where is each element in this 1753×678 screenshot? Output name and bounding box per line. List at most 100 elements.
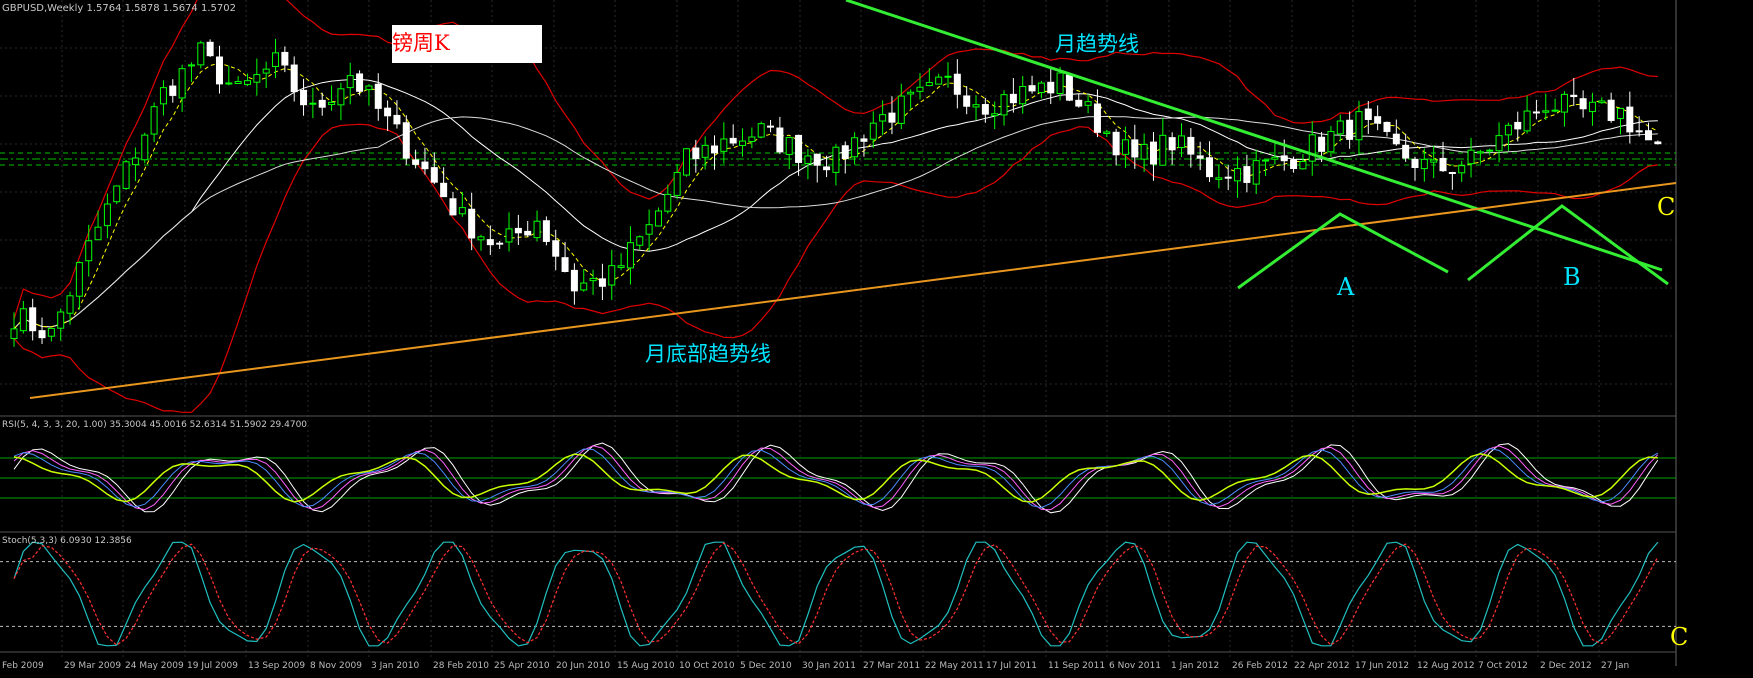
candle-body [197,42,205,66]
candle-body [925,82,933,87]
candle-body [598,278,606,287]
candle-body [1056,72,1064,94]
candle-body [795,134,803,163]
candle-body [1178,135,1185,148]
candle-body [234,81,242,84]
candle-body [412,159,420,165]
candle-body [869,122,877,140]
candle-body [701,144,709,158]
candle-body [1028,85,1036,92]
candle-body [430,167,438,183]
candle-body [1037,82,1045,94]
candle-body [1149,141,1157,165]
candle-body [169,85,177,96]
candle-body [1551,109,1559,112]
candle-body [1402,144,1410,159]
chart-background [0,0,1753,678]
candle-body [253,74,261,83]
candle-body [608,265,616,286]
candle-body [458,207,466,215]
candle-body [1243,166,1251,183]
price-chart: Feb 2009 29 Mar 2009 24 May 2009 19 Jul 200… [0,0,1753,678]
candle-body [860,138,868,142]
candle-body [384,107,392,117]
candle-body [122,161,130,189]
candle-body [141,134,149,161]
candle-body [626,242,634,269]
candle-body [1439,157,1447,172]
candle-body [1598,100,1606,104]
x-tick-label: 22 Apr 2012 [1294,661,1350,671]
candle-body [1318,136,1326,152]
candle-body [785,137,793,155]
x-tick-label: 26 Feb 2012 [1232,661,1288,671]
candle-body [1645,130,1652,141]
x-tick-label: 6 Nov 2011 [1109,661,1161,671]
candle-body [851,137,859,158]
candle-body [402,122,410,159]
candle-body [1093,103,1101,133]
pattern-label-b: B [1563,263,1581,291]
candle-body [113,185,121,203]
candle-body [1635,130,1643,133]
candle-body [841,145,849,160]
candle-body [1168,137,1176,151]
candle-body [1364,108,1372,120]
candle-body [1411,158,1419,168]
candle-body [944,75,952,78]
x-tick-label: 15 Aug 2010 [617,661,675,671]
candle-body [1224,176,1232,179]
candle-body [1271,156,1279,160]
candle-body [477,236,485,241]
candle-body [1607,99,1615,121]
candle-body [1262,159,1270,162]
candle-body [1075,99,1083,107]
candle-body [813,153,821,166]
x-tick-label: 11 Sep 2011 [1048,661,1105,671]
candle-body [589,277,597,282]
candle-body [654,210,662,227]
x-tick-label: 10 Oct 2010 [679,661,735,671]
candle-body [1206,157,1214,178]
candle-body [580,282,588,291]
candle-body [1383,121,1391,132]
candle-body [617,265,625,268]
candle-body [1280,155,1288,162]
month-trendline-label: 月趋势线 [1055,32,1139,56]
x-tick-label: 30 Jan 2011 [802,661,856,671]
x-tick-label: 20 Jun 2010 [556,661,610,671]
candle-body [1234,168,1242,182]
candle-body [131,157,139,166]
candle-body [542,220,550,242]
month-bottom-trendline-label: 月底部趋势线 [645,342,771,366]
candle-body [748,136,756,142]
x-tick-label: 17 Jul 2011 [986,661,1037,671]
candle-body [47,327,55,337]
candle-body [1327,130,1335,153]
candle-body [1560,93,1568,113]
candle-body [804,155,812,164]
price-label-c: C [1657,193,1676,221]
candle-body [1514,121,1522,130]
candle-body [1616,107,1624,120]
candle-body [206,41,214,57]
candle-body [1532,111,1540,114]
candle-body [1504,124,1512,136]
candle-body [953,73,961,95]
candle-body [356,73,364,92]
candle-body [1065,74,1073,101]
x-tick-label: 28 Feb 2010 [433,661,489,671]
candle-body [832,146,840,173]
candle-body [570,269,578,292]
candle-body [309,102,317,105]
candle-body [365,85,373,91]
candle-body [215,56,223,85]
candle-body [561,257,569,272]
candle-body [776,127,784,153]
candle-body [1336,120,1344,135]
candle-body [10,328,18,340]
candle-body [879,114,887,122]
candle-body [187,64,195,67]
candle-body [1626,106,1634,133]
candle-body [57,311,65,329]
